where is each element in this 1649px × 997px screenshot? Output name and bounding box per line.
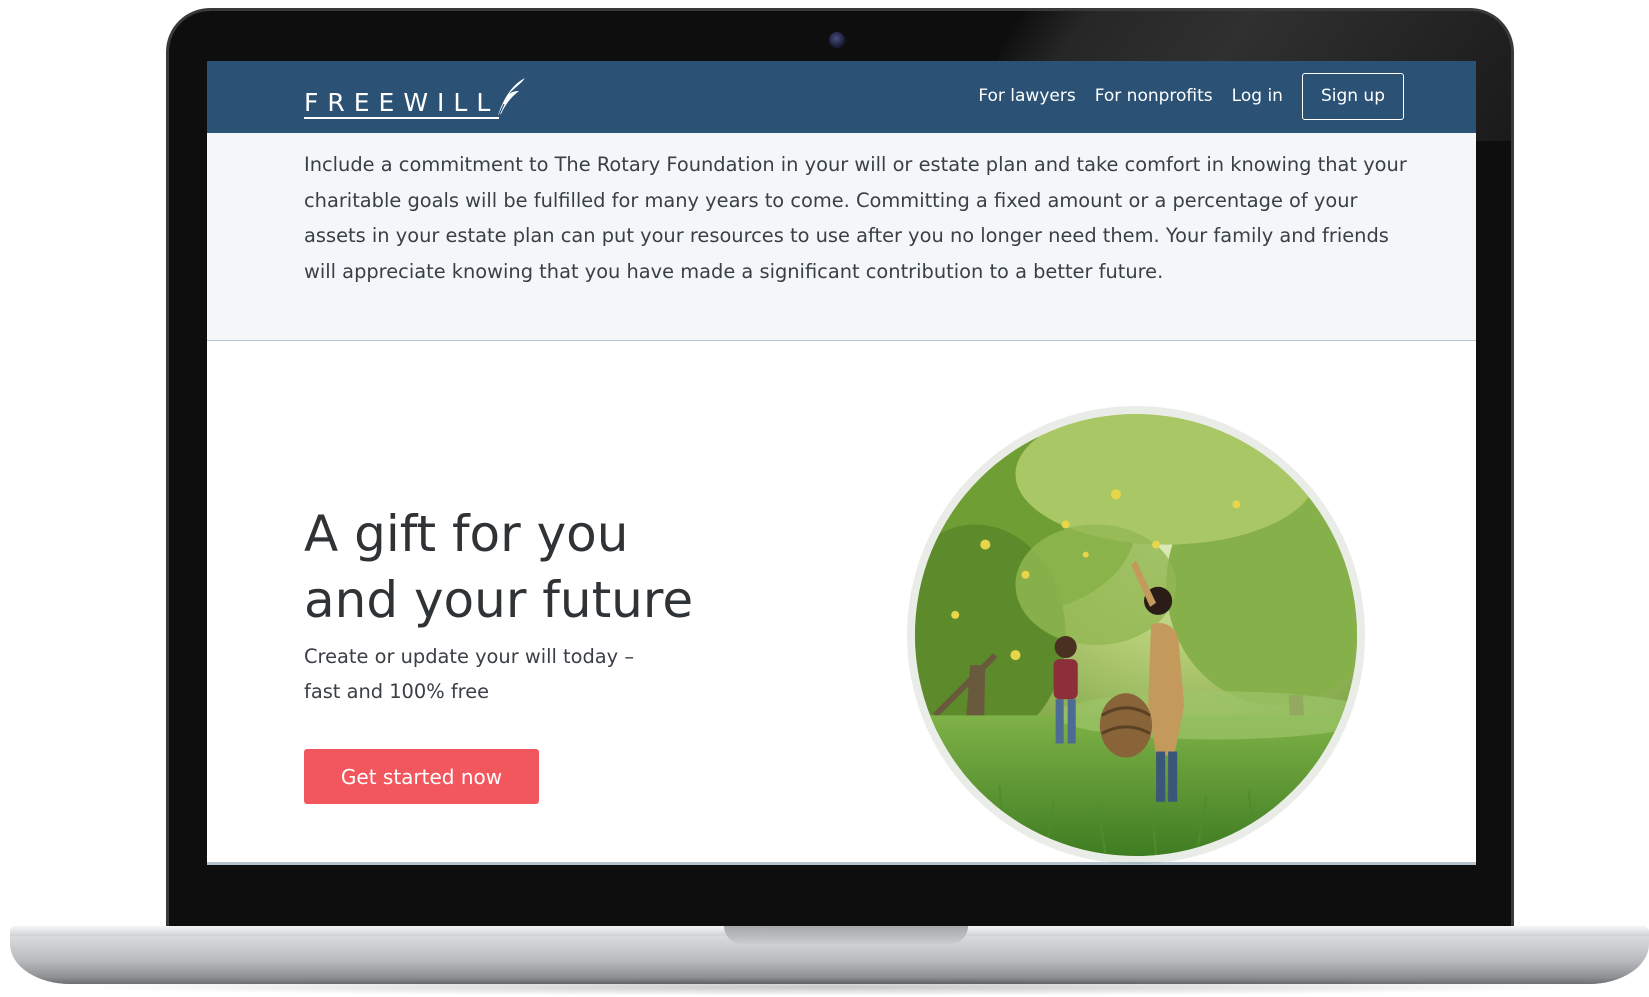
hero-subtitle: Create or update your will today – fast … xyxy=(304,645,635,703)
screen-bottom-edge xyxy=(207,862,1476,865)
logo-wordmark: FREEWILL xyxy=(304,88,500,119)
hero-title-line2: and your future xyxy=(304,571,694,629)
orchard-family-photo xyxy=(915,414,1357,856)
freewill-logo[interactable]: FREEWILL xyxy=(304,75,527,119)
top-navbar: FREEWILL For lawyers For nonprofits Log … xyxy=(207,61,1476,133)
hero-title-line1: A gift for you xyxy=(304,505,629,563)
laptop-base xyxy=(10,926,1649,984)
laptop-frame: FREEWILL For lawyers For nonprofits Log … xyxy=(0,0,1649,997)
quill-icon xyxy=(498,78,526,116)
hero-photo-frame xyxy=(907,406,1365,864)
webcam-icon xyxy=(829,32,845,48)
browser-screen: FREEWILL For lawyers For nonprofits Log … xyxy=(207,61,1476,865)
nav-for-lawyers-link[interactable]: For lawyers xyxy=(978,86,1075,106)
nav-for-nonprofits-link[interactable]: For nonprofits xyxy=(1095,86,1213,106)
nav-login-link[interactable]: Log in xyxy=(1232,86,1283,106)
base-notch xyxy=(724,926,968,944)
laptop-shadow xyxy=(60,978,1600,996)
signup-button[interactable]: Sign up xyxy=(1301,72,1404,120)
intro-paragraph: Include a commitment to The Rotary Found… xyxy=(304,153,1407,283)
intro-banner: Include a commitment to The Rotary Found… xyxy=(207,133,1476,341)
hero-title: A gift for you and your future xyxy=(304,501,724,633)
nav-links: For lawyers For nonprofits Log in Sign u… xyxy=(978,72,1404,120)
get-started-button[interactable]: Get started now xyxy=(304,749,539,804)
